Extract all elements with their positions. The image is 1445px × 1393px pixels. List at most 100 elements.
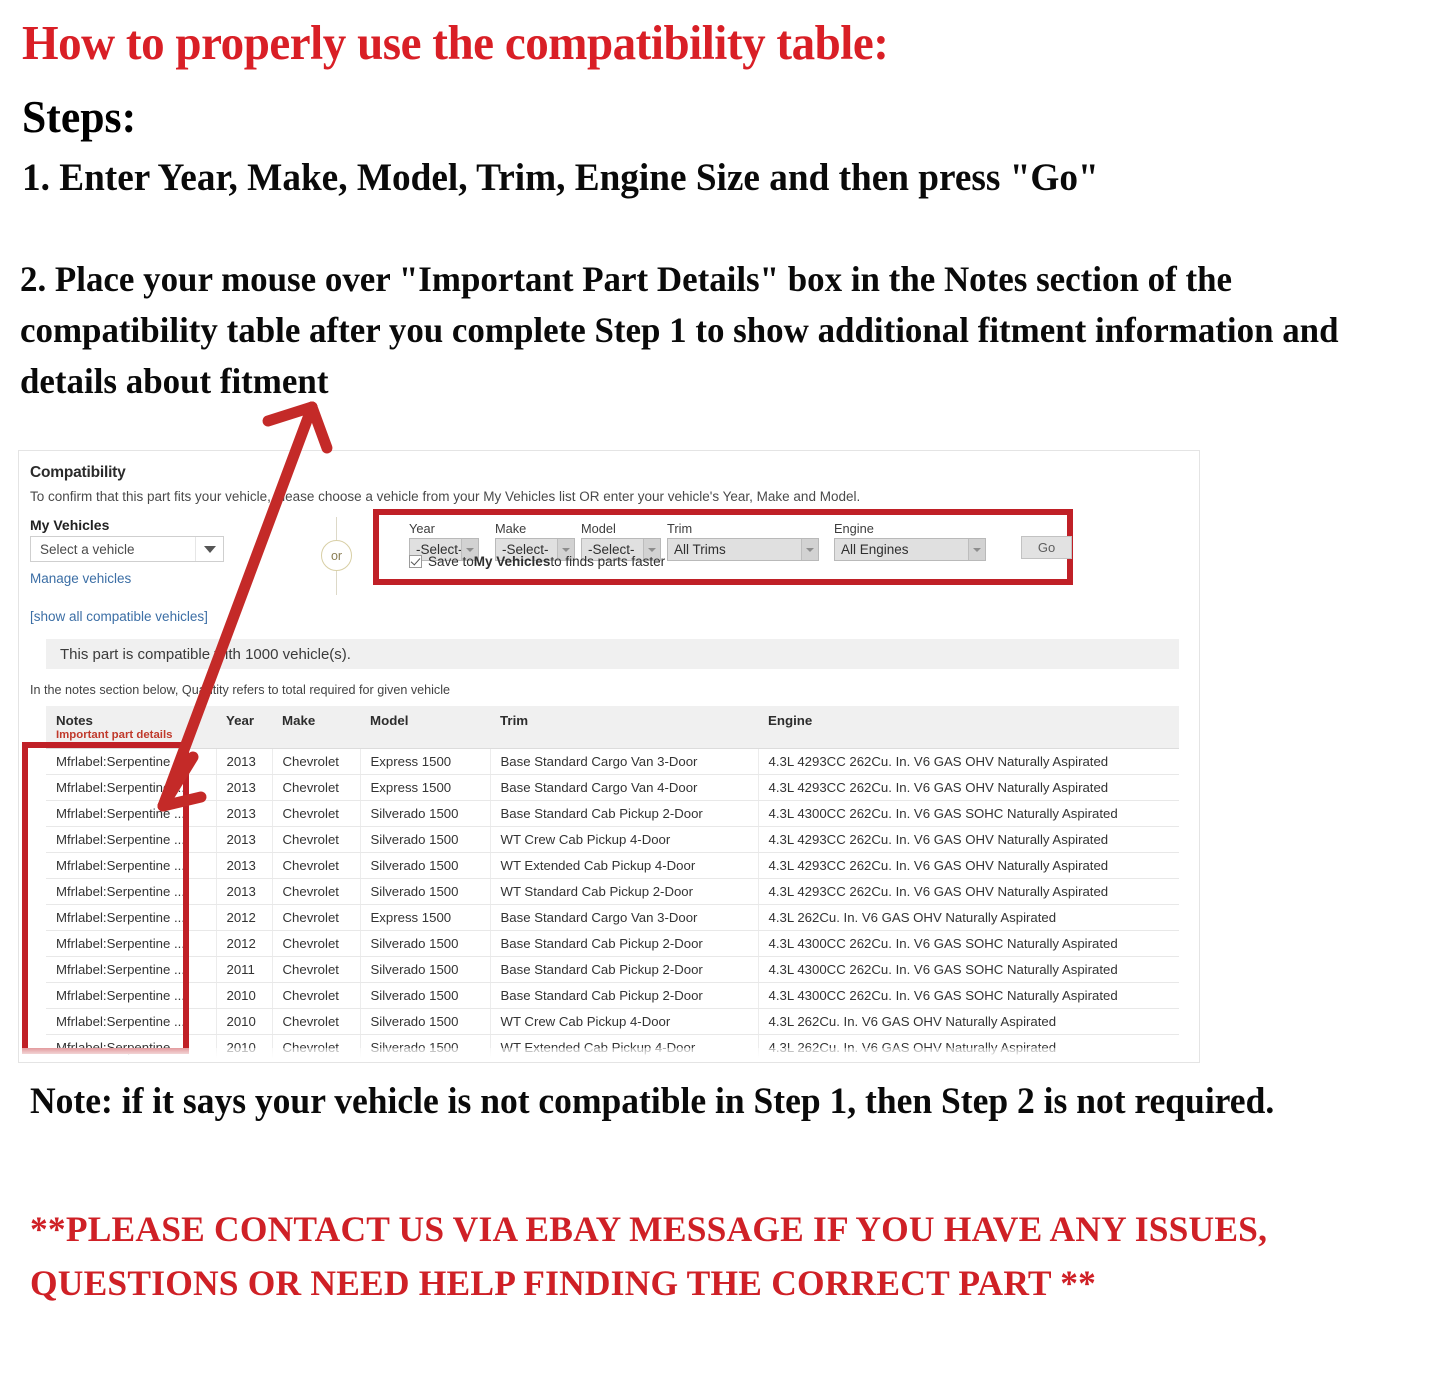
cell-model: Silverado 1500 bbox=[360, 878, 491, 905]
column-header-trim[interactable]: Trim bbox=[490, 706, 758, 749]
cell-model: Express 1500 bbox=[360, 748, 491, 775]
cell-trim: Base Standard Cab Pickup 2-Door bbox=[490, 930, 759, 957]
compatibility-table-body: Mfrlabel:Serpentine ... 2013 Chevrolet Expr… bbox=[46, 748, 1179, 1062]
manage-vehicles-link[interactable]: Manage vehicles bbox=[30, 571, 131, 586]
compatibility-panel: Compatibility To confirm that this part … bbox=[18, 450, 1200, 1063]
show-all-compatible-vehicles-link[interactable]: [show all compatible vehicles] bbox=[30, 609, 208, 624]
column-header-notes-label: Notes bbox=[56, 713, 93, 728]
cell-model: Silverado 1500 bbox=[360, 800, 491, 827]
cell-make: Chevrolet bbox=[272, 800, 361, 827]
cell-notes[interactable]: Mfrlabel:Serpentine ... bbox=[46, 852, 217, 879]
steps-label: Steps: bbox=[22, 91, 137, 142]
cell-engine: 4.3L 4300CC 262Cu. In. V6 GAS SOHC Natur… bbox=[758, 930, 1179, 957]
column-header-make[interactable]: Make bbox=[272, 706, 360, 749]
cell-notes[interactable]: Mfrlabel:Serpentine ... bbox=[46, 878, 217, 905]
cell-notes[interactable]: Mfrlabel:Serpentine ... bbox=[46, 774, 217, 801]
cell-model: Silverado 1500 bbox=[360, 826, 491, 853]
table-row: Mfrlabel:Serpentine ... 2013 Chevrolet Expr… bbox=[46, 774, 1179, 801]
cell-year: 2012 bbox=[216, 904, 273, 931]
table-header-row: Notes Important part details Year Make M… bbox=[46, 706, 1179, 749]
cell-make: Chevrolet bbox=[272, 982, 361, 1009]
cell-engine: 4.3L 262Cu. In. V6 GAS OHV Naturally Asp… bbox=[758, 904, 1179, 931]
page-title: How to properly use the compatibility ta… bbox=[22, 15, 889, 70]
cell-notes[interactable]: Mfrlabel:Serpentine ... bbox=[46, 904, 217, 931]
cell-trim: WT Extended Cab Pickup 4-Door bbox=[490, 852, 759, 879]
cell-engine: 4.3L 262Cu. In. V6 GAS OHV Naturally Asp… bbox=[758, 1008, 1179, 1035]
note-text: Note: if it says your vehicle is not com… bbox=[30, 1081, 1275, 1122]
field-trim-select[interactable]: All Trims bbox=[667, 538, 819, 561]
field-trim-label: Trim bbox=[667, 521, 693, 536]
cell-model: Silverado 1500 bbox=[360, 956, 491, 983]
cell-trim: WT Standard Cab Pickup 2-Door bbox=[490, 878, 759, 905]
field-engine[interactable]: Engine All Engines bbox=[834, 521, 986, 561]
important-part-details-label[interactable]: Important part details bbox=[56, 729, 216, 741]
save-to-my-vehicles-checkbox[interactable] bbox=[409, 555, 422, 568]
table-row: Mfrlabel:Serpentine ... 2012 Chevrolet Silv… bbox=[46, 930, 1179, 957]
chevron-down-icon bbox=[801, 539, 818, 560]
column-header-engine[interactable]: Engine bbox=[758, 706, 1179, 749]
column-header-model[interactable]: Model bbox=[360, 706, 490, 749]
column-header-year[interactable]: Year bbox=[216, 706, 272, 749]
field-model-label: Model bbox=[581, 521, 616, 536]
cell-year: 2010 bbox=[216, 1008, 273, 1035]
compatible-count-banner: This part is compatible with 1000 vehicl… bbox=[46, 639, 1179, 669]
field-engine-select[interactable]: All Engines bbox=[834, 538, 986, 561]
cell-trim: Base Standard Cab Pickup 2-Door bbox=[490, 800, 759, 827]
cell-notes[interactable]: Mfrlabel:Serpentine ... bbox=[46, 930, 217, 957]
save-to-my-vehicles-row[interactable]: Save to My Vehicles to finds parts faste… bbox=[409, 554, 665, 569]
my-vehicles-select[interactable]: Select a vehicle bbox=[30, 536, 224, 562]
screenshot-root: How to properly use the compatibility ta… bbox=[0, 0, 1445, 1393]
cell-model: Silverado 1500 bbox=[360, 852, 491, 879]
save-suffix-text: to finds parts faster bbox=[550, 554, 666, 569]
cell-make: Chevrolet bbox=[272, 930, 361, 957]
cell-trim: Base Standard Cab Pickup 2-Door bbox=[490, 956, 759, 983]
cell-notes[interactable]: Mfrlabel:Serpentine ... bbox=[46, 982, 217, 1009]
cell-trim: Base Standard Cab Pickup 2-Door bbox=[490, 982, 759, 1009]
cell-notes[interactable]: Mfrlabel:Serpentine ... bbox=[46, 826, 217, 853]
table-row: Mfrlabel:Serpentine ... 2013 Chevrolet Expr… bbox=[46, 748, 1179, 775]
or-divider: or bbox=[317, 517, 357, 595]
cell-make: Chevrolet bbox=[272, 956, 361, 983]
cell-make: Chevrolet bbox=[272, 826, 361, 853]
table-row: Mfrlabel:Serpentine ... 2012 Chevrolet Expr… bbox=[46, 904, 1179, 931]
cell-year: 2013 bbox=[216, 774, 273, 801]
cell-notes[interactable]: Mfrlabel:Serpentine ... bbox=[46, 748, 217, 775]
cell-year: 2013 bbox=[216, 748, 273, 775]
field-trim-value: All Trims bbox=[674, 542, 726, 557]
table-row: Mfrlabel:Serpentine ... 2013 Chevrolet Silv… bbox=[46, 800, 1179, 827]
table-row: Mfrlabel:Serpentine ... 2013 Chevrolet Silv… bbox=[46, 852, 1179, 879]
panel-title: Compatibility bbox=[30, 464, 126, 481]
cell-make: Chevrolet bbox=[272, 904, 361, 931]
cell-engine: 4.3L 4293CC 262Cu. In. V6 GAS OHV Natura… bbox=[758, 774, 1179, 801]
cell-notes[interactable]: Mfrlabel:Serpentine ... bbox=[46, 1008, 217, 1035]
cell-year: 2011 bbox=[216, 956, 273, 983]
cell-engine: 4.3L 4300CC 262Cu. In. V6 GAS SOHC Natur… bbox=[758, 956, 1179, 983]
field-year-label: Year bbox=[409, 521, 435, 536]
table-bottom-fade bbox=[19, 1048, 1199, 1062]
field-engine-label: Engine bbox=[834, 521, 874, 536]
step-1-text: 1. Enter Year, Make, Model, Trim, Engine… bbox=[22, 156, 1099, 199]
column-header-notes[interactable]: Notes Important part details bbox=[46, 706, 216, 749]
cell-engine: 4.3L 4293CC 262Cu. In. V6 GAS OHV Natura… bbox=[758, 878, 1179, 905]
cell-trim: Base Standard Cargo Van 3-Door bbox=[490, 904, 759, 931]
cell-model: Silverado 1500 bbox=[360, 1008, 491, 1035]
field-make-label: Make bbox=[495, 521, 527, 536]
table-row: Mfrlabel:Serpentine ...2010ChevroletSilv… bbox=[46, 1008, 1179, 1035]
cell-model: Express 1500 bbox=[360, 904, 491, 931]
cell-engine: 4.3L 4300CC 262Cu. In. V6 GAS SOHC Natur… bbox=[758, 800, 1179, 827]
cell-make: Chevrolet bbox=[272, 748, 361, 775]
cell-engine: 4.3L 4293CC 262Cu. In. V6 GAS OHV Natura… bbox=[758, 826, 1179, 853]
chevron-down-icon bbox=[195, 537, 223, 561]
field-trim[interactable]: Trim All Trims bbox=[667, 521, 819, 561]
table-row: Mfrlabel:Serpentine ...2010ChevroletSilv… bbox=[46, 982, 1179, 1009]
cell-model: Silverado 1500 bbox=[360, 930, 491, 957]
cell-trim: Base Standard Cargo Van 4-Door bbox=[490, 774, 759, 801]
cell-notes[interactable]: Mfrlabel:Serpentine ... bbox=[46, 956, 217, 983]
go-button[interactable]: Go bbox=[1021, 536, 1072, 559]
cell-notes[interactable]: Mfrlabel:Serpentine ... bbox=[46, 800, 217, 827]
table-row: Mfrlabel:Serpentine ... 2013 Chevrolet Silv… bbox=[46, 826, 1179, 853]
save-bold-text: My Vehicles bbox=[473, 554, 551, 569]
save-prefix-text: Save to bbox=[428, 554, 474, 569]
cell-engine: 4.3L 4293CC 262Cu. In. V6 GAS OHV Natura… bbox=[758, 852, 1179, 879]
cell-year: 2010 bbox=[216, 982, 273, 1009]
